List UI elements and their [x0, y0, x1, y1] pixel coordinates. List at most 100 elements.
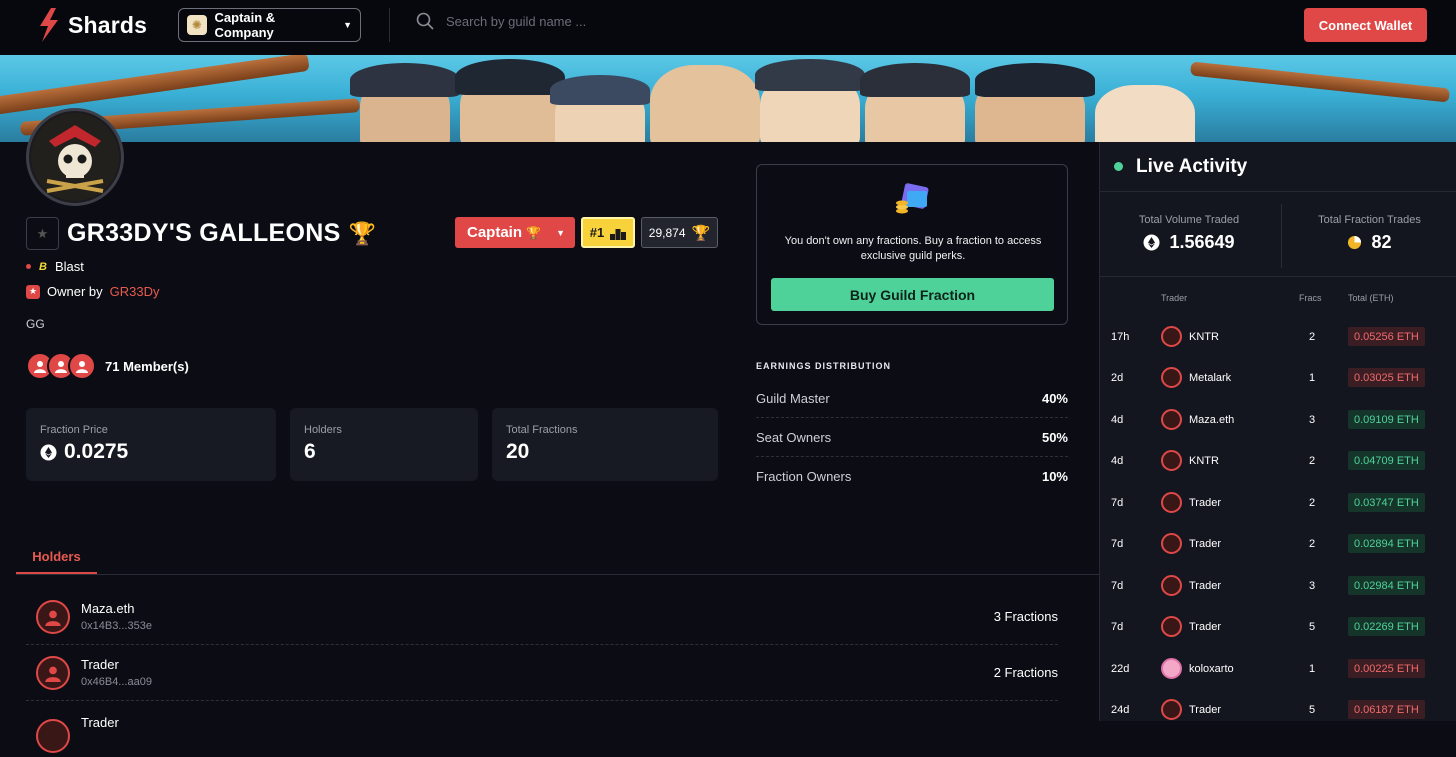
trophy-icon: 🏆: [348, 220, 376, 246]
trades-label: Total Fraction Trades: [1318, 214, 1421, 226]
user-avatar-icon: [36, 719, 70, 753]
member-avatar-icon: [68, 352, 96, 380]
guild-name: GR33DY'S GALLEONS: [67, 219, 341, 247]
pie-icon: [1348, 235, 1362, 250]
chevron-down-icon: ▼: [343, 20, 352, 30]
activity-fracs: 2: [1308, 537, 1316, 550]
buy-guild-fraction-button[interactable]: Buy Guild Fraction: [771, 278, 1054, 311]
activity-row[interactable]: 4d KNTR 2 0.04709 ETH: [1100, 440, 1456, 481]
favorite-star-button[interactable]: ★: [26, 217, 59, 250]
holder-fractions: 2 Fractions: [993, 665, 1058, 680]
logo-text: Shards: [68, 11, 148, 38]
trader-avatar-icon: [1161, 658, 1182, 679]
live-activity-panel: Live Activity Total Volume Traded 1.5664…: [1099, 142, 1456, 721]
trader-avatar-icon: [1161, 575, 1182, 596]
activity-total: 0.04709 ETH: [1348, 451, 1425, 470]
trader-name[interactable]: Metalark: [1189, 372, 1231, 384]
trader-name[interactable]: Trader: [1189, 704, 1221, 716]
col-fracs: Fracs: [1299, 293, 1322, 303]
activity-fracs: 3: [1308, 579, 1316, 592]
trader-name[interactable]: koloxarto: [1189, 663, 1234, 675]
stat-value: 0.0275: [64, 440, 129, 463]
fraction-ownership-card: You don't own any fractions. Buy a fract…: [756, 164, 1068, 325]
rank-label: #1: [589, 225, 605, 240]
activity-time: 2d: [1111, 371, 1124, 384]
activity-fracs: 3: [1308, 413, 1316, 426]
skull-emblem-icon: [31, 113, 119, 201]
search-bar[interactable]: Search by guild name ...: [416, 12, 586, 30]
total-trades-box: Total Fraction Trades 82: [1282, 192, 1456, 278]
trader-name[interactable]: KNTR: [1189, 455, 1219, 467]
holder-address: 0x14B3...353e: [81, 620, 152, 632]
activity-time: 17h: [1111, 330, 1130, 343]
activity-row[interactable]: 7d Trader 3 0.02984 ETH: [1100, 565, 1456, 606]
activity-fracs: 5: [1308, 620, 1316, 633]
activity-fracs: 2: [1308, 454, 1316, 467]
activity-row[interactable]: 7d Trader 2 0.02894 ETH: [1100, 523, 1456, 564]
owner-row: ★ Owner by GR33Dy: [26, 284, 160, 299]
activity-time: 4d: [1111, 413, 1124, 426]
trader-name[interactable]: KNTR: [1189, 331, 1219, 343]
score-badge: 29,874 🏆: [641, 217, 718, 248]
holder-row[interactable]: Trader 0x46B4...aa09 2 Fractions: [26, 645, 1058, 701]
stat-label: Holders: [304, 424, 342, 436]
volume-value-row: 1.56649: [1100, 232, 1278, 253]
activity-row[interactable]: 2d Metalark 1 0.03025 ETH: [1100, 357, 1456, 398]
activity-total: 0.02984 ETH: [1348, 576, 1425, 595]
company-selector[interactable]: ✺ Captain & Company ▼: [178, 8, 361, 42]
activity-row[interactable]: 17h KNTR 2 0.05256 ETH: [1100, 316, 1456, 357]
activity-row[interactable]: 7d Trader 2 0.03747 ETH: [1100, 482, 1456, 523]
trader-name[interactable]: Trader: [1189, 621, 1221, 633]
top-bar: Shards ✺ Captain & Company ▼ Search by g…: [0, 0, 1456, 55]
wallet-coins-icon: [896, 183, 929, 214]
tab-divider: [16, 574, 1099, 575]
captain-trophy-icon: 🏆: [526, 225, 541, 240]
guild-banner: [0, 55, 1456, 142]
trader-name[interactable]: Trader: [1189, 538, 1221, 550]
trader-name[interactable]: Trader: [1189, 580, 1221, 592]
stat-value-row: 0.0275: [40, 440, 262, 464]
holder-row[interactable]: Maza.eth 0x14B3...353e 3 Fractions: [26, 589, 1058, 645]
role-selector[interactable]: Captain 🏆 ▼: [455, 217, 575, 248]
tab-holders[interactable]: Holders: [16, 544, 97, 574]
trader-avatar-icon: [1161, 450, 1182, 471]
activity-fracs: 2: [1308, 330, 1316, 343]
activity-total: 0.00225 ETH: [1348, 659, 1425, 678]
rank-badge: #1: [581, 217, 635, 248]
trader-avatar-icon: [1161, 616, 1182, 637]
activity-row[interactable]: 24d Trader 5 0.06187 ETH: [1100, 689, 1456, 730]
guild-avatar: [26, 108, 124, 206]
owner-prefix: Owner by: [47, 284, 103, 299]
holder-info: Maza.eth 0x14B3...353e: [81, 601, 152, 632]
trader-name[interactable]: Trader: [1189, 497, 1221, 509]
activity-fracs: 1: [1308, 662, 1316, 675]
col-trader: Trader: [1161, 293, 1188, 303]
members-row[interactable]: 71 Member(s): [26, 352, 189, 380]
activity-total: 0.02894 ETH: [1348, 534, 1425, 553]
owner-link[interactable]: GR33Dy: [110, 284, 160, 299]
holder-name: Maza.eth: [81, 601, 135, 616]
connect-wallet-button[interactable]: Connect Wallet: [1304, 8, 1427, 42]
holder-name: Trader: [81, 714, 119, 730]
eth-icon: [40, 444, 57, 460]
activity-row[interactable]: 7d Trader 5 0.02269 ETH: [1100, 606, 1456, 647]
trader-name[interactable]: Maza.eth: [1189, 414, 1234, 426]
search-input[interactable]: Search by guild name ...: [446, 14, 586, 29]
activity-total: 0.02269 ETH: [1348, 617, 1425, 636]
trader-avatar-icon: [1161, 326, 1182, 347]
earnings-label: Guild Master: [756, 390, 830, 406]
earnings-label: Seat Owners: [756, 429, 832, 445]
shards-logo[interactable]: Shards: [36, 8, 147, 42]
holder-row[interactable]: Trader: [26, 701, 1058, 757]
activity-total: 0.03025 ETH: [1348, 368, 1425, 387]
trader-avatar-icon: [1161, 533, 1182, 554]
stat-value: 6: [304, 440, 316, 463]
volume-value: 1.56649: [1169, 232, 1235, 252]
activity-time: 7d: [1111, 496, 1124, 509]
activity-row[interactable]: 22d koloxarto 1 0.00225 ETH: [1100, 648, 1456, 689]
activity-row[interactable]: 4d Maza.eth 3 0.09109 ETH: [1100, 399, 1456, 440]
stat-label: Total Fractions: [506, 424, 578, 436]
trades-value: 82: [1371, 232, 1392, 252]
status-dot-icon: [26, 264, 31, 269]
chain-row: B Blast: [26, 259, 84, 274]
